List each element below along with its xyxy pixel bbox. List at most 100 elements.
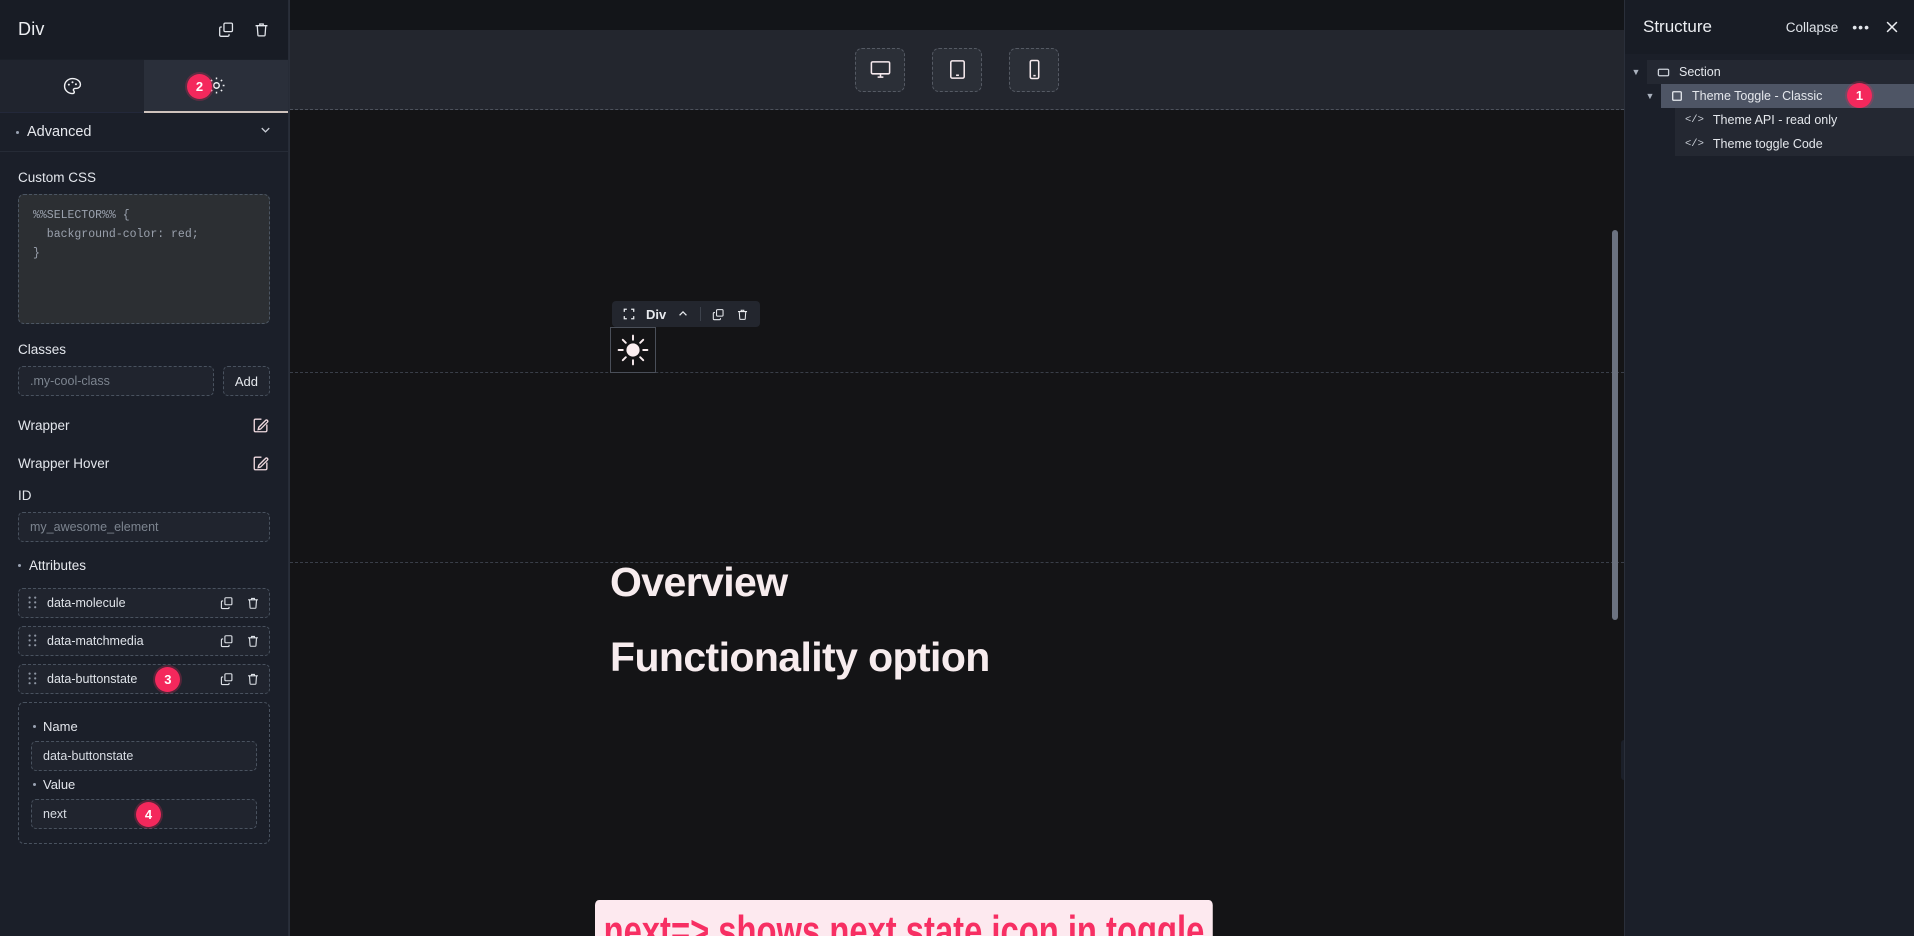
tree-item-label: Theme Toggle - Classic bbox=[1692, 89, 1823, 103]
attribute-name: data-matchmedia bbox=[47, 634, 144, 648]
sidebar-scroll-area: Advanced Custom CSS %%SELECTOR%% { backg… bbox=[0, 113, 288, 936]
mobile-view-button[interactable] bbox=[1009, 47, 1059, 92]
attribute-value-row: next 4 bbox=[31, 799, 257, 829]
sidebar-header: Div bbox=[0, 0, 288, 60]
move-icon[interactable] bbox=[623, 308, 635, 320]
tree-item-label: Section bbox=[1679, 65, 1721, 79]
tree-node-theme-toggle-code: </> Theme toggle Code bbox=[1675, 132, 1914, 156]
toolbar-divider bbox=[700, 307, 702, 321]
sun-icon bbox=[616, 333, 650, 367]
trash-icon[interactable] bbox=[246, 634, 260, 648]
trash-icon[interactable] bbox=[253, 21, 270, 38]
badge-step-2: 2 bbox=[187, 74, 212, 99]
theme-toggle-element[interactable] bbox=[610, 327, 656, 373]
annotation-next: next=> shows next state icon in toggle bbox=[595, 900, 1213, 936]
attributes-label: Attributes bbox=[29, 557, 87, 573]
tree-node-theme-api: </> Theme API - read only bbox=[1675, 108, 1914, 132]
bullet-icon bbox=[18, 563, 21, 567]
badge-step-3: 3 bbox=[155, 666, 181, 692]
badge-step-1: 1 bbox=[1847, 83, 1872, 108]
add-class-button[interactable]: Add bbox=[222, 366, 270, 396]
panel-resize-handle[interactable] bbox=[1621, 740, 1624, 780]
wrapper-row: Wrapper bbox=[18, 416, 270, 434]
element-settings-sidebar: Div 2 Advanced Custom CSS %%SELECTOR%% {… bbox=[0, 0, 289, 936]
accordion-label: Advanced bbox=[27, 124, 92, 140]
structure-header-actions: Collapse ••• bbox=[1786, 19, 1900, 35]
duplicate-icon[interactable] bbox=[220, 596, 234, 610]
structure-tree: ▼ Section ▼ Theme Toggle - Classic 1 </>… bbox=[1625, 54, 1914, 156]
tree-node-section: ▼ Section bbox=[1625, 60, 1914, 84]
tablet-view-button[interactable] bbox=[932, 47, 982, 92]
canvas-viewport: Div Overview Functionality option next=>… bbox=[290, 110, 1624, 936]
custom-css-label: Custom CSS bbox=[18, 170, 97, 185]
heading-functionality-option: Functionality option bbox=[610, 634, 990, 680]
code-icon: </> bbox=[1685, 138, 1704, 150]
custom-css-editor[interactable]: %%SELECTOR%% { background-color: red; } bbox=[18, 194, 270, 324]
attributes-list: data-molecule data-matchmedia data-butto… bbox=[18, 588, 270, 844]
app-root: Div 2 Advanced Custom CSS %%SELECTOR%% {… bbox=[0, 0, 1914, 936]
device-preview-toolbar bbox=[290, 30, 1624, 110]
attribute-row-data-buttonstate[interactable]: data-buttonstate 3 bbox=[18, 664, 270, 694]
attribute-row-data-matchmedia[interactable]: data-matchmedia bbox=[18, 626, 270, 656]
attribute-name: data-molecule bbox=[47, 596, 126, 610]
classes-input[interactable]: .my-cool-class bbox=[18, 366, 214, 396]
wrapper-hover-edit-icon[interactable] bbox=[252, 454, 270, 472]
tree-item-theme-api-read-only[interactable]: </> Theme API - read only bbox=[1675, 108, 1914, 132]
id-row: my_awesome_element bbox=[18, 512, 270, 542]
drag-handle-icon[interactable] bbox=[28, 672, 37, 686]
duplicate-icon[interactable] bbox=[218, 21, 235, 38]
block-icon bbox=[1671, 90, 1683, 102]
badge-step-4: 4 bbox=[136, 801, 161, 827]
attribute-detail-panel: Name data-buttonstate Value next 4 bbox=[18, 702, 270, 844]
trash-icon[interactable] bbox=[246, 672, 260, 686]
duplicate-icon[interactable] bbox=[220, 672, 234, 686]
sidebar-tabs: 2 bbox=[0, 60, 288, 113]
canvas-guide-line bbox=[290, 372, 1624, 373]
trash-icon[interactable] bbox=[246, 596, 260, 610]
element-toolbar-label: Div bbox=[646, 306, 667, 322]
duplicate-icon[interactable] bbox=[712, 308, 725, 321]
trash-icon[interactable] bbox=[736, 308, 749, 321]
classes-row: .my-cool-class Add bbox=[18, 366, 270, 396]
chevron-down-icon[interactable]: ▼ bbox=[1625, 67, 1647, 77]
attribute-name-input[interactable]: data-buttonstate bbox=[31, 741, 257, 771]
attribute-row-data-molecule[interactable]: data-molecule bbox=[18, 588, 270, 618]
tree-item-section[interactable]: Section bbox=[1647, 60, 1914, 84]
canvas-area: Div Overview Functionality option next=>… bbox=[289, 0, 1625, 936]
tab-style[interactable] bbox=[0, 60, 144, 113]
tablet-icon bbox=[946, 58, 969, 81]
chevron-up-icon[interactable] bbox=[677, 308, 689, 320]
desktop-view-button[interactable] bbox=[855, 47, 905, 92]
attribute-value-label: Value bbox=[33, 777, 257, 792]
wrapper-edit-icon[interactable] bbox=[252, 416, 270, 434]
collapse-button[interactable]: Collapse bbox=[1786, 20, 1839, 35]
drag-handle-icon[interactable] bbox=[28, 596, 37, 610]
structure-panel: Structure Collapse ••• ▼ Section ▼ Theme… bbox=[1625, 0, 1914, 936]
more-options-icon[interactable]: ••• bbox=[1852, 19, 1870, 35]
id-input[interactable]: my_awesome_element bbox=[18, 512, 270, 542]
canvas-top-strip bbox=[290, 0, 1624, 30]
tree-item-theme-toggle-classic[interactable]: Theme Toggle - Classic 1 bbox=[1661, 83, 1914, 108]
wrapper-hover-row: Wrapper Hover bbox=[18, 454, 270, 472]
attributes-header[interactable]: Attributes bbox=[18, 548, 270, 582]
advanced-section-body: Custom CSS %%SELECTOR%% { background-col… bbox=[0, 170, 288, 844]
structure-title: Structure bbox=[1643, 17, 1712, 36]
tree-item-theme-toggle-code[interactable]: </> Theme toggle Code bbox=[1675, 132, 1914, 156]
selected-element-toolbar[interactable]: Div bbox=[612, 301, 761, 327]
attribute-name-label: Name bbox=[33, 719, 257, 734]
section-icon bbox=[1657, 66, 1670, 79]
canvas-vertical-scrollbar[interactable] bbox=[1612, 230, 1618, 620]
wrapper-label: Wrapper bbox=[18, 417, 70, 433]
duplicate-icon[interactable] bbox=[220, 634, 234, 648]
phone-icon bbox=[1023, 58, 1046, 81]
attribute-actions bbox=[220, 634, 260, 648]
tab-settings[interactable]: 2 bbox=[144, 60, 288, 113]
accordion-advanced[interactable]: Advanced bbox=[0, 113, 288, 152]
attribute-actions bbox=[220, 672, 260, 686]
structure-header: Structure Collapse ••• bbox=[1625, 0, 1914, 54]
tree-node-theme-toggle-classic: ▼ Theme Toggle - Classic 1 bbox=[1639, 83, 1914, 108]
close-icon[interactable] bbox=[1884, 19, 1900, 35]
chevron-down-icon[interactable]: ▼ bbox=[1639, 91, 1661, 101]
classes-label: Classes bbox=[18, 342, 67, 357]
drag-handle-icon[interactable] bbox=[28, 634, 37, 648]
